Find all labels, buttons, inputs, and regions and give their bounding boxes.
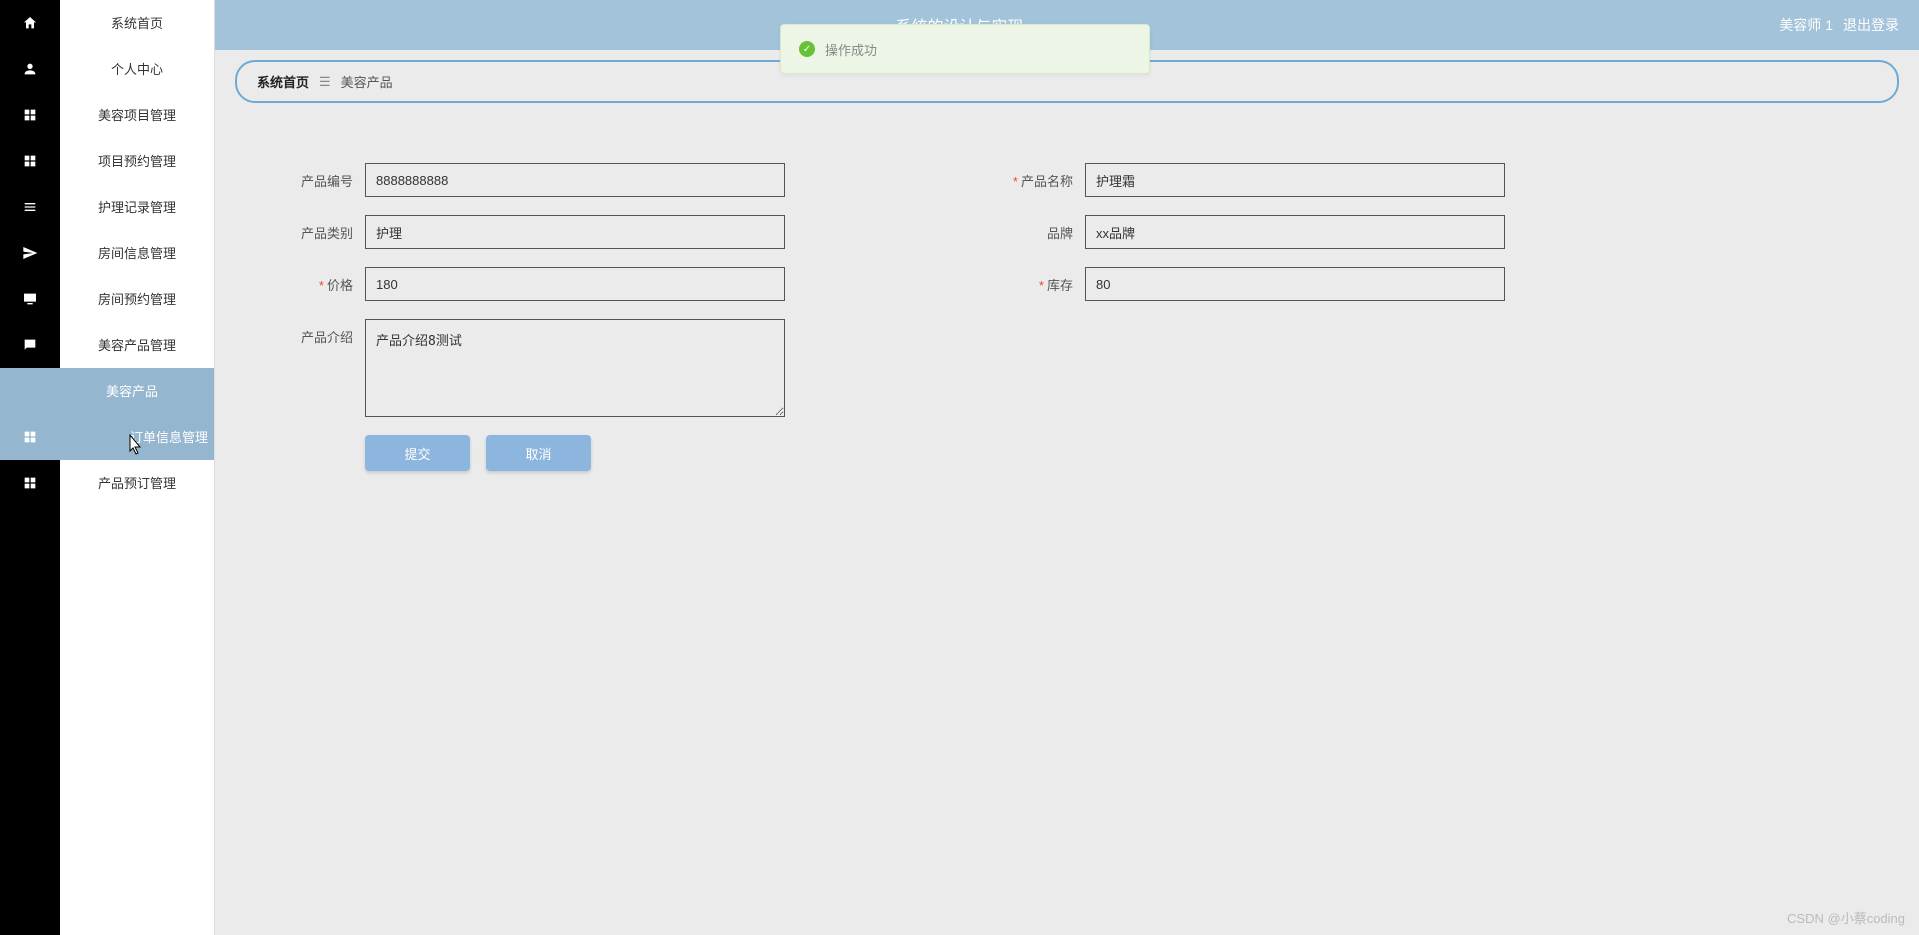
product-name-label: *产品名称 [985, 163, 1085, 190]
sidebar-item-label: 美容产品管理 [98, 335, 176, 354]
sidebar-item-room-info[interactable]: 房间信息管理 [60, 230, 214, 276]
sidebar: 系统首页 个人中心 美容项目管理 项目预约管理 护理记录管理 房间信息管理 房间… [60, 0, 215, 935]
toast-text: 操作成功 [825, 40, 877, 59]
brand-input[interactable] [1085, 215, 1505, 249]
sidebar-item-home[interactable]: 系统首页 [60, 0, 214, 46]
category-label: 产品类别 [265, 215, 365, 242]
breadcrumb-sep-icon: ☰ [319, 74, 331, 90]
sidebar-item-project-reserve[interactable]: 项目预约管理 [60, 138, 214, 184]
rail-order[interactable] [0, 414, 60, 460]
rail-project-reserve[interactable] [0, 138, 60, 184]
sidebar-item-order[interactable]: 订单信息管理 [60, 414, 214, 460]
cancel-button[interactable]: 取消 [486, 435, 591, 471]
sidebar-item-beauty-product[interactable]: 美容产品管理 [60, 322, 214, 368]
sidebar-item-label: 美容产品 [106, 381, 158, 400]
monitor-icon [22, 291, 38, 307]
product-code-input[interactable] [365, 163, 785, 197]
rail-care-record[interactable] [0, 184, 60, 230]
grid-icon [22, 107, 38, 123]
current-user[interactable]: 美容师 1 [1779, 15, 1833, 35]
sidebar-item-label: 房间预约管理 [98, 289, 176, 308]
home-icon [22, 15, 38, 31]
sidebar-item-label: 产品预订管理 [98, 473, 176, 492]
sidebar-item-label: 美容项目管理 [98, 105, 176, 124]
stock-input[interactable] [1085, 267, 1505, 301]
chat-icon [22, 337, 38, 353]
list-icon [22, 199, 38, 215]
grid-icon [22, 153, 38, 169]
logout-link[interactable]: 退出登录 [1843, 15, 1899, 35]
sidebar-item-label: 项目预约管理 [98, 151, 176, 170]
send-icon [22, 245, 38, 261]
watermark: CSDN @小蔡coding [1787, 908, 1905, 927]
rail-room-info[interactable] [0, 230, 60, 276]
sidebar-item-profile[interactable]: 个人中心 [60, 46, 214, 92]
rail-beauty-product[interactable] [0, 322, 60, 368]
sidebar-item-label: 系统首页 [111, 13, 163, 32]
success-toast: ✓ 操作成功 [780, 24, 1150, 74]
rail-product-reserve[interactable] [0, 460, 60, 506]
product-form: 产品编号 *产品名称 产品类别 品牌 *价格 [235, 163, 1899, 471]
rail-sub-product[interactable] [0, 368, 60, 414]
brand-label: 品牌 [985, 215, 1085, 242]
rail-home[interactable] [0, 0, 60, 46]
main-content: 系统首页 ☰ 美容产品 产品编号 *产品名称 产品类别 品牌 [215, 50, 1919, 935]
sidebar-item-label: 房间信息管理 [98, 243, 176, 262]
rail-room-reserve[interactable] [0, 276, 60, 322]
user-icon [22, 61, 38, 77]
sidebar-item-beauty-project[interactable]: 美容项目管理 [60, 92, 214, 138]
price-label: *价格 [265, 267, 365, 294]
intro-label: 产品介绍 [265, 319, 365, 346]
rail-beauty-project[interactable] [0, 92, 60, 138]
product-name-input[interactable] [1085, 163, 1505, 197]
sidebar-item-product-reserve[interactable]: 产品预订管理 [60, 460, 214, 506]
stock-label: *库存 [985, 267, 1085, 294]
breadcrumb-current: 美容产品 [341, 72, 393, 91]
sidebar-item-room-reserve[interactable]: 房间预约管理 [60, 276, 214, 322]
grid-icon [22, 475, 38, 491]
breadcrumb-home[interactable]: 系统首页 [257, 72, 309, 91]
sidebar-item-product-sub[interactable]: 美容产品 [60, 368, 214, 414]
header-right: 美容师 1 退出登录 [1779, 0, 1899, 50]
sidebar-item-care-record[interactable]: 护理记录管理 [60, 184, 214, 230]
rail-user[interactable] [0, 46, 60, 92]
grid-icon [22, 429, 38, 445]
sidebar-item-label: 订单信息管理 [130, 427, 208, 446]
submit-button[interactable]: 提交 [365, 435, 470, 471]
sidebar-item-label: 个人中心 [111, 59, 163, 78]
success-icon: ✓ [799, 41, 815, 57]
price-input[interactable] [365, 267, 785, 301]
icon-rail [0, 0, 60, 935]
sidebar-item-label: 护理记录管理 [98, 197, 176, 216]
product-code-label: 产品编号 [265, 163, 365, 190]
intro-textarea[interactable] [365, 319, 785, 417]
category-input[interactable] [365, 215, 785, 249]
